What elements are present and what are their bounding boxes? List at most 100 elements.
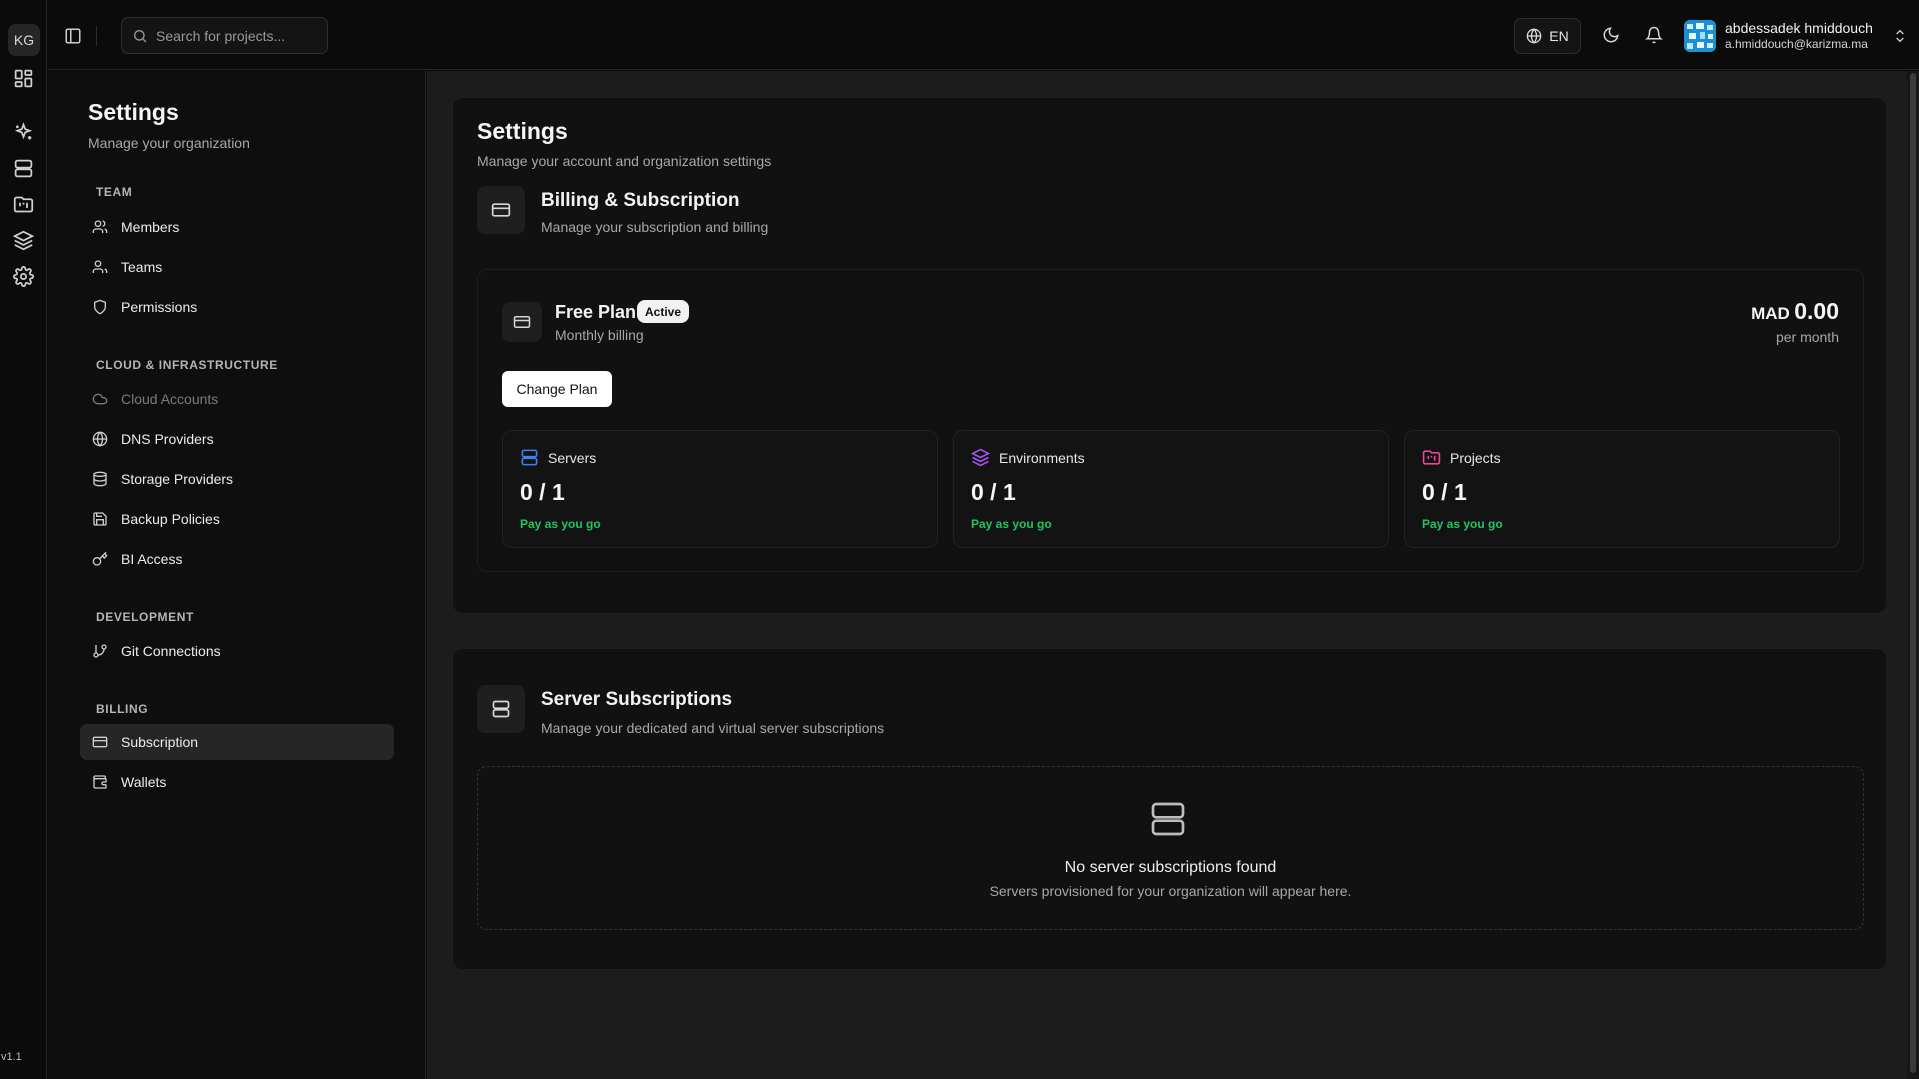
section-cloud-infrastructure: CLOUD & INFRASTRUCTURE xyxy=(96,358,278,372)
settings-sidebar-subtitle: Manage your organization xyxy=(88,135,250,151)
current-plan-panel: Free Plan Active Monthly billing MAD 0.0… xyxy=(477,269,1864,572)
save-icon xyxy=(92,511,108,527)
section-billing: BILLING xyxy=(96,702,149,716)
layers-icon xyxy=(971,448,990,467)
price-currency: MAD xyxy=(1751,304,1790,323)
folder-kanban-icon xyxy=(1422,448,1441,467)
sidebar-item-cloud-accounts[interactable]: Cloud Accounts xyxy=(80,381,394,417)
sidebar-item-label: Subscription xyxy=(121,734,199,750)
main-scrollbar[interactable] xyxy=(1907,71,1919,1079)
projects-folder-icon[interactable] xyxy=(13,194,34,215)
sparkles-icon[interactable] xyxy=(13,122,34,143)
chevrons-up-down-icon xyxy=(1892,28,1908,44)
sidebar-item-label: Teams xyxy=(121,259,163,275)
language-switcher[interactable]: EN xyxy=(1514,18,1581,54)
credit-card-icon xyxy=(513,313,531,331)
toolbar-divider xyxy=(96,26,97,46)
top-bar: EN abdessadek hmiddouch a.hmiddouch@kari… xyxy=(48,0,1919,70)
sidebar-item-label: BI Access xyxy=(121,551,183,567)
usage-count: 0 / 1 xyxy=(1422,479,1467,505)
empty-state: No server subscriptions found Servers pr… xyxy=(477,766,1864,930)
user-menu[interactable]: abdessadek hmiddouch a.hmiddouch@karizma… xyxy=(1684,16,1914,56)
sidebar-item-label: Backup Policies xyxy=(121,511,220,527)
shield-icon xyxy=(92,299,108,315)
section-team: TEAM xyxy=(96,185,133,199)
sidebar-item-label: Git Connections xyxy=(121,643,221,659)
billing-section-subtitle: Manage your subscription and billing xyxy=(541,219,769,235)
plan-price: MAD 0.00 xyxy=(1751,298,1839,325)
sidebar-toggle-icon[interactable] xyxy=(64,27,82,45)
empty-state-subtitle: Servers provisioned for your organizatio… xyxy=(989,883,1352,899)
layers-icon[interactable] xyxy=(13,230,34,251)
billing-section-title: Billing & Subscription xyxy=(541,190,740,211)
settings-gear-icon[interactable] xyxy=(13,266,34,287)
server-icon xyxy=(491,699,511,719)
notifications-bell-icon[interactable] xyxy=(1645,26,1663,44)
sidebar-item-members[interactable]: Members xyxy=(80,209,394,245)
sidebar-item-subscription[interactable]: Subscription xyxy=(80,724,394,760)
change-plan-button[interactable]: Change Plan xyxy=(502,371,612,407)
settings-sidebar: Settings Manage your organization TEAM M… xyxy=(48,71,426,1079)
sidebar-item-teams[interactable]: Teams xyxy=(80,249,394,285)
org-switcher[interactable]: KG xyxy=(8,24,40,56)
language-label: EN xyxy=(1549,28,1569,44)
usage-card-servers: Servers 0 / 1 Pay as you go xyxy=(502,430,938,548)
search-input[interactable] xyxy=(156,27,326,44)
sidebar-item-backup-policies[interactable]: Backup Policies xyxy=(80,501,394,537)
sidebar-item-label: Wallets xyxy=(121,774,167,790)
sidebar-item-label: Storage Providers xyxy=(121,471,234,487)
plan-icon-box xyxy=(502,302,542,342)
globe-icon xyxy=(1526,28,1542,44)
project-search[interactable] xyxy=(121,17,328,54)
sidebar-item-git-connections[interactable]: Git Connections xyxy=(80,633,394,669)
usage-label: Projects xyxy=(1450,450,1501,466)
key-icon xyxy=(92,551,108,567)
git-branch-icon xyxy=(92,643,108,659)
status-badge: Active xyxy=(637,300,690,323)
sidebar-item-wallets[interactable]: Wallets xyxy=(80,764,394,800)
servers-icon[interactable] xyxy=(13,158,34,179)
usage-count: 0 / 1 xyxy=(971,479,1016,505)
usage-card-environments: Environments 0 / 1 Pay as you go xyxy=(953,430,1389,548)
usage-note: Pay as you go xyxy=(520,517,601,531)
dashboard-icon[interactable] xyxy=(13,68,34,89)
sidebar-item-permissions[interactable]: Permissions xyxy=(80,289,394,325)
server-subscriptions-card: Server Subscriptions Manage your dedicat… xyxy=(452,648,1887,970)
settings-sidebar-title: Settings xyxy=(88,99,179,125)
server-subscriptions-subtitle: Manage your dedicated and virtual server… xyxy=(541,720,885,736)
usage-count: 0 / 1 xyxy=(520,479,565,505)
credit-card-icon xyxy=(92,734,108,750)
empty-state-title: No server subscriptions found xyxy=(1064,859,1277,876)
server-subscriptions-icon-box xyxy=(477,685,525,733)
sidebar-item-dns-providers[interactable]: DNS Providers xyxy=(80,421,394,457)
cloud-icon xyxy=(92,391,108,407)
sidebar-item-bi-access[interactable]: BI Access xyxy=(80,541,394,577)
usage-label: Servers xyxy=(548,450,597,466)
globe-icon xyxy=(92,431,108,447)
billing-header-icon-box xyxy=(477,186,525,234)
user-name: abdessadek hmiddouch xyxy=(1725,20,1873,36)
usage-note: Pay as you go xyxy=(1422,517,1503,531)
scrollbar-thumb[interactable] xyxy=(1910,73,1916,1073)
avatar xyxy=(1684,20,1716,52)
app-version: v1.1 xyxy=(1,1051,22,1063)
main-content: Settings Manage your account and organiz… xyxy=(427,71,1919,1079)
price-amount: 0.00 xyxy=(1794,298,1839,324)
user-icon xyxy=(92,219,108,235)
billing-cycle: Monthly billing xyxy=(555,327,644,343)
sidebar-item-label: Members xyxy=(121,219,180,235)
usage-label: Environments xyxy=(999,450,1085,466)
database-icon xyxy=(92,471,108,487)
credit-card-icon xyxy=(491,200,511,220)
sidebar-item-storage-providers[interactable]: Storage Providers xyxy=(80,461,394,497)
sidebar-item-label: Permissions xyxy=(121,299,198,315)
sidebar-item-label: Cloud Accounts xyxy=(121,391,219,407)
user-email: a.hmiddouch@karizma.ma xyxy=(1725,37,1868,51)
usage-card-projects: Projects 0 / 1 Pay as you go xyxy=(1404,430,1840,548)
wallet-icon xyxy=(92,774,108,790)
theme-toggle-moon-icon[interactable] xyxy=(1602,26,1620,44)
price-period: per month xyxy=(1775,329,1839,345)
server-icon xyxy=(1148,799,1188,839)
page-title: Settings xyxy=(477,118,568,144)
sidebar-item-label: DNS Providers xyxy=(121,431,214,447)
